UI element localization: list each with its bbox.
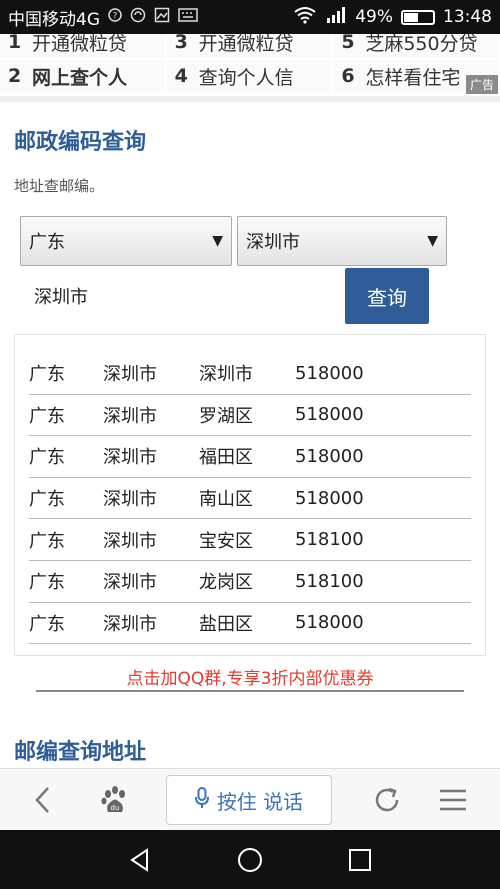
province-cell: 广东	[29, 447, 65, 469]
postcode-cell: 518000	[295, 445, 364, 467]
ad-link[interactable]: 2 网上查个人	[0, 60, 167, 92]
voice-search-button[interactable]: 按住 说话	[166, 775, 332, 825]
keyboard-icon	[178, 8, 198, 26]
results-table: 广东 深圳市 深圳市 518000 广东 深圳市 罗湖区 518000 广东 深圳市 福田区 5180…	[14, 334, 486, 656]
province-cell: 广东	[29, 364, 65, 386]
address-input[interactable]: 深圳市	[20, 268, 336, 324]
district-cell: 宝安区	[199, 530, 253, 552]
ad-grid: 1 开通微粒贷 3 开通微粒贷 5 芝麻550分贷 2 网上查个人 4 查询个人信 6 怎样…	[0, 34, 500, 96]
ad-link[interactable]: 5 芝麻550分贷	[333, 34, 500, 58]
province-select[interactable]: 广东 ▼	[20, 216, 232, 266]
baidu-paw-icon[interactable]: du	[90, 769, 140, 831]
district-cell: 福田区	[199, 447, 253, 469]
city-cell: 深圳市	[103, 530, 157, 552]
ad-row: 2 网上查个人 4 查询个人信 6 怎样看住宅	[0, 60, 500, 92]
nav-back-icon[interactable]	[110, 830, 170, 889]
address-input-value: 深圳市	[34, 287, 88, 308]
subtitle: 地址查邮编。	[14, 177, 105, 195]
table-row: 广东 深圳市 龙岗区 518100	[29, 561, 471, 603]
city-cell: 深圳市	[103, 364, 157, 386]
table-row: 广东 深圳市 福田区 518000	[29, 436, 471, 478]
postcode-cell: 518000	[295, 487, 364, 509]
battery-icon	[401, 9, 435, 25]
province-cell: 广东	[29, 613, 65, 635]
district-cell: 南山区	[199, 489, 253, 511]
table-row: 广东 深圳市 罗湖区 518000	[29, 395, 471, 437]
postcode-cell: 518000	[295, 362, 364, 384]
ad-row: 1 开通微粒贷 3 开通微粒贷 5 芝麻550分贷	[0, 34, 500, 58]
district-cell: 罗湖区	[199, 405, 253, 427]
browser-toolbar: du 按住 说话	[0, 768, 500, 830]
svg-text:?: ?	[113, 12, 118, 22]
divider	[36, 690, 464, 692]
province-cell: 广东	[29, 530, 65, 552]
postcode-cell: 518100	[295, 570, 364, 592]
province-select-value: 广东	[29, 232, 65, 253]
province-cell: 广东	[29, 572, 65, 594]
postcode-cell: 518100	[295, 529, 364, 551]
dropdown-arrow-icon: ▼	[427, 233, 438, 249]
postcode-cell: 518000	[295, 612, 364, 634]
city-cell: 深圳市	[103, 489, 157, 511]
image-icon	[154, 7, 170, 27]
promo-link[interactable]: 点击加QQ群,专享3折内部优惠券	[0, 664, 500, 689]
city-select[interactable]: 深圳市 ▼	[237, 216, 447, 266]
district-cell: 龙岗区	[199, 572, 253, 594]
nav-home-icon[interactable]	[220, 830, 280, 889]
chevron-left-icon[interactable]	[18, 769, 68, 831]
carrier-label: 中国移动4G	[8, 9, 100, 30]
main-content: 邮政编码查询 地址查邮编。 广东 ▼ 深圳市 ▼ 深圳市 查询 广东 深圳市 深圳市…	[0, 102, 500, 768]
ad-link[interactable]: 3 开通微粒贷	[166, 34, 334, 58]
table-row: 广东 深圳市 宝安区 518100	[29, 519, 471, 561]
nav-recent-icon[interactable]	[330, 830, 390, 889]
city-cell: 深圳市	[103, 572, 157, 594]
svg-text:du: du	[111, 804, 120, 812]
postcode-cell: 518000	[295, 404, 364, 426]
wifi-icon	[293, 6, 317, 29]
province-cell: 广东	[29, 489, 65, 511]
clock: 13:48	[443, 7, 492, 27]
table-row: 广东 深圳市 深圳市 518000	[29, 353, 471, 395]
city-cell: 深圳市	[103, 447, 157, 469]
city-cell: 深圳市	[103, 613, 157, 635]
signal-icon	[325, 6, 347, 29]
refresh-icon[interactable]	[362, 769, 412, 831]
ad-badge: 广告	[465, 75, 498, 94]
sync-icon	[130, 7, 146, 27]
city-cell: 深圳市	[103, 405, 157, 427]
status-bar: 中国移动4G ? 49% 13:48	[0, 0, 500, 34]
voice-label: 按住 说话	[216, 789, 304, 814]
ad-link[interactable]: 1 开通微粒贷	[0, 34, 167, 58]
table-row: 广东 深圳市 盐田区 518000	[29, 603, 471, 645]
system-nav-bar	[0, 830, 500, 889]
page-title: 邮政编码查询	[14, 130, 147, 155]
hamburger-menu-icon[interactable]	[428, 769, 478, 831]
question-icon: ?	[108, 8, 122, 26]
table-row: 广东 深圳市 南山区 518000	[29, 478, 471, 520]
ad-link[interactable]: 4 查询个人信	[166, 60, 334, 92]
microphone-icon	[194, 786, 209, 814]
dropdown-arrow-icon: ▼	[212, 233, 223, 249]
district-cell: 深圳市	[199, 364, 253, 386]
battery-percent: 49%	[355, 7, 393, 27]
province-cell: 广东	[29, 405, 65, 427]
query-button[interactable]: 查询	[345, 268, 429, 324]
section-title: 邮编查询地址	[14, 740, 147, 765]
city-select-value: 深圳市	[246, 232, 300, 253]
district-cell: 盐田区	[199, 613, 253, 635]
